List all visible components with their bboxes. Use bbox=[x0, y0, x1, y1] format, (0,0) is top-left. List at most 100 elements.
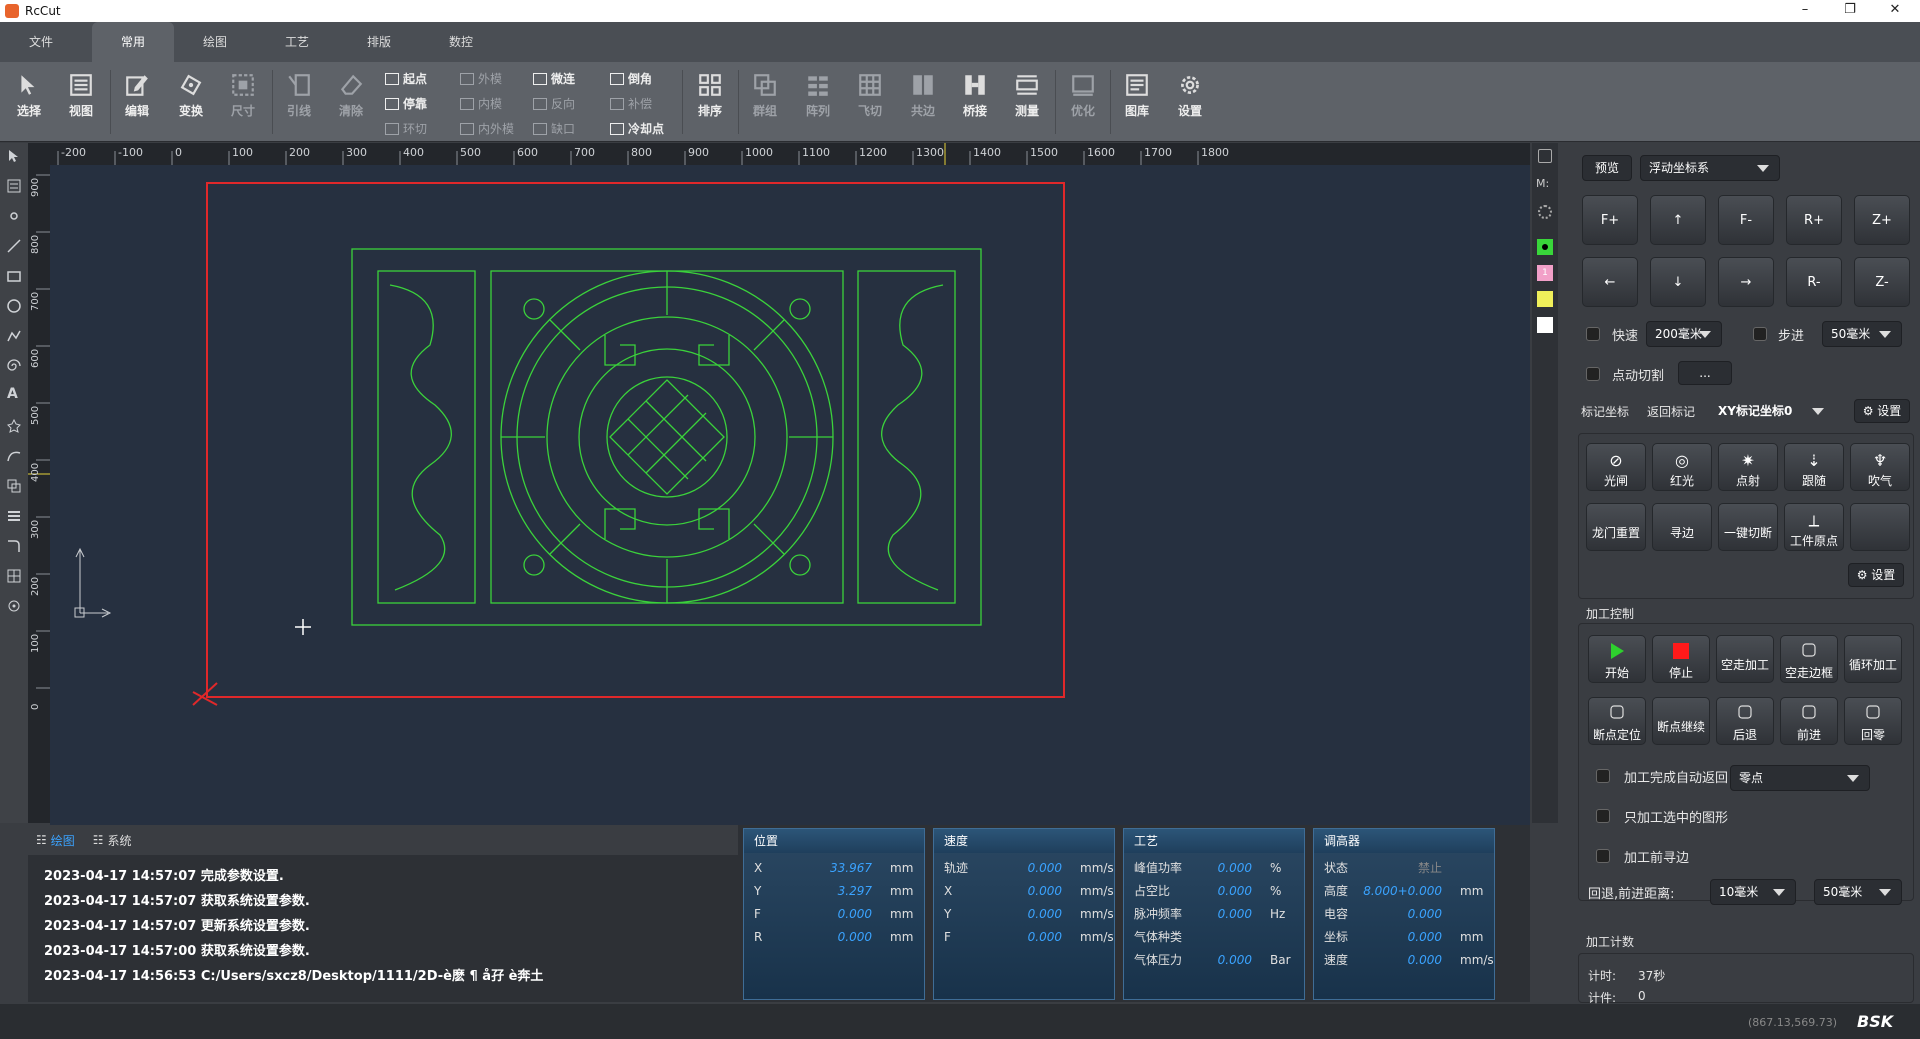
point-tool-icon[interactable] bbox=[7, 209, 21, 223]
forward-distance-select[interactable]: 50毫米 bbox=[1814, 879, 1902, 905]
function-button[interactable]: 龙门重置 bbox=[1586, 503, 1646, 551]
jog-z-plus[interactable]: Z+ bbox=[1854, 195, 1910, 245]
back-distance-select[interactable]: 10毫米 bbox=[1710, 879, 1796, 905]
outer-mold-button[interactable]: 外模 bbox=[460, 68, 502, 90]
library-button[interactable]: 图库 bbox=[1112, 66, 1162, 136]
flycut-button[interactable]: 飞切 bbox=[845, 66, 895, 136]
tab-system-log[interactable]: 系统 bbox=[108, 832, 132, 849]
function-button[interactable] bbox=[1850, 503, 1910, 551]
curve-tool-icon[interactable] bbox=[7, 449, 21, 463]
close-button[interactable]: ✕ bbox=[1875, 0, 1915, 22]
polyline-tool-icon[interactable] bbox=[7, 329, 21, 343]
tab-draw-log[interactable]: 绘图 bbox=[51, 832, 75, 849]
process-button[interactable]: 前进 bbox=[1780, 697, 1838, 745]
return-mark-button[interactable]: 返回标记 bbox=[1644, 401, 1698, 425]
process-button[interactable]: 空走边框 bbox=[1780, 635, 1838, 683]
process-button[interactable]: 回零 bbox=[1844, 697, 1902, 745]
process-button[interactable]: 开始 bbox=[1588, 635, 1646, 683]
function-button[interactable]: ◎ 红光 bbox=[1652, 443, 1712, 491]
spiral-tool-icon[interactable] bbox=[7, 359, 21, 373]
measure-button[interactable]: 测量 bbox=[1002, 66, 1052, 136]
function-button[interactable]: 寻边 bbox=[1652, 503, 1712, 551]
tab-common[interactable]: 常用 bbox=[92, 22, 174, 62]
restore-button[interactable]: ❐ bbox=[1830, 0, 1870, 22]
function-settings-button[interactable]: ⚙ 设置 bbox=[1848, 563, 1904, 587]
gear-small-icon[interactable] bbox=[1538, 205, 1552, 219]
select-tool-icon[interactable] bbox=[7, 149, 21, 163]
process-button[interactable]: 空走加工 bbox=[1716, 635, 1774, 683]
inner-mold-button[interactable]: 内模 bbox=[460, 93, 502, 115]
node-edit-tool-icon[interactable] bbox=[7, 179, 21, 193]
mark-coord-select[interactable]: XY标记坐标0 bbox=[1710, 399, 1834, 425]
fast-speed-select[interactable]: 200毫米 bbox=[1646, 321, 1722, 347]
compensate-button[interactable]: 补偿 bbox=[610, 93, 652, 115]
layer-swatch-pink[interactable]: 1 bbox=[1537, 265, 1553, 281]
bridge-button[interactable]: 桥接 bbox=[950, 66, 1000, 136]
jog-z-minus[interactable]: Z- bbox=[1854, 257, 1910, 307]
microjoint-button[interactable]: 微连 bbox=[533, 68, 575, 90]
step-checkbox[interactable] bbox=[1753, 327, 1767, 341]
only-selected-checkbox[interactable] bbox=[1596, 809, 1610, 823]
function-button[interactable]: ✷ 点射 bbox=[1718, 443, 1778, 491]
jog-down[interactable]: ↓ bbox=[1650, 257, 1706, 307]
auto-return-checkbox[interactable] bbox=[1596, 769, 1610, 783]
find-edge-checkbox[interactable] bbox=[1596, 849, 1610, 863]
line-tool-icon[interactable] bbox=[7, 239, 21, 253]
star-tool-icon[interactable] bbox=[7, 419, 21, 433]
select-button[interactable]: 选择 bbox=[4, 66, 54, 136]
view-button[interactable]: 视图 bbox=[56, 66, 106, 136]
startpoint-button[interactable]: 起点 bbox=[385, 68, 427, 90]
array-button[interactable]: 阵列 bbox=[793, 66, 843, 136]
list-tool-icon[interactable] bbox=[7, 509, 21, 523]
process-button[interactable]: 停止 bbox=[1652, 635, 1710, 683]
function-button[interactable]: ⇣ 跟随 bbox=[1784, 443, 1844, 491]
process-button[interactable]: 循环加工 bbox=[1844, 635, 1902, 683]
preview-button[interactable]: 预览 bbox=[1582, 155, 1632, 181]
inout-mold-button[interactable]: 内外模 bbox=[460, 118, 514, 140]
process-button[interactable]: 断点定位 bbox=[1588, 697, 1646, 745]
common-edge-button[interactable]: 共边 bbox=[898, 66, 948, 136]
fast-checkbox[interactable] bbox=[1586, 327, 1600, 341]
tab-draw[interactable]: 绘图 bbox=[174, 22, 256, 62]
clear-button[interactable]: 清除 bbox=[326, 66, 376, 136]
group-button[interactable]: 群组 bbox=[740, 66, 790, 136]
jog-cut-more-button[interactable]: ... bbox=[1678, 361, 1732, 385]
layer-swatch-green[interactable] bbox=[1537, 239, 1553, 255]
function-button[interactable]: ⟂ 工件原点 bbox=[1784, 503, 1844, 551]
jog-f-minus[interactable]: F- bbox=[1718, 195, 1774, 245]
grid-tool-icon[interactable] bbox=[7, 569, 21, 583]
fillet-tool-icon[interactable] bbox=[7, 539, 21, 553]
process-button[interactable]: 断点继续 bbox=[1652, 697, 1710, 745]
edit-button[interactable]: 编辑 bbox=[112, 66, 162, 136]
mark-settings-button[interactable]: ⚙ 设置 bbox=[1854, 399, 1910, 423]
sort-button[interactable]: 排序 bbox=[685, 66, 735, 136]
layer-swatch-yellow[interactable] bbox=[1537, 291, 1553, 307]
text-tool-icon[interactable]: A bbox=[7, 387, 21, 401]
jog-f-plus[interactable]: F+ bbox=[1582, 195, 1638, 245]
rectangle-tool-icon[interactable] bbox=[7, 269, 21, 283]
tab-cnc[interactable]: 数控 bbox=[420, 22, 502, 62]
copy-tool-icon[interactable] bbox=[7, 479, 21, 493]
jog-left[interactable]: ← bbox=[1582, 257, 1638, 307]
ringcut-button[interactable]: 环切 bbox=[385, 118, 427, 140]
reverse-button[interactable]: 反向 bbox=[533, 93, 575, 115]
minimize-button[interactable]: – bbox=[1785, 0, 1825, 22]
function-button[interactable]: 一键切断 bbox=[1718, 503, 1778, 551]
dock-button[interactable]: 停靠 bbox=[385, 93, 427, 115]
circle-tool-icon[interactable] bbox=[7, 299, 21, 313]
auto-return-select[interactable]: 零点 bbox=[1730, 765, 1870, 791]
tab-process[interactable]: 工艺 bbox=[256, 22, 338, 62]
tab-file[interactable]: 文件 bbox=[0, 22, 82, 62]
jog-up[interactable]: ↑ bbox=[1650, 195, 1706, 245]
coolpoint-button[interactable]: 冷却点 bbox=[610, 118, 664, 140]
jog-r-plus[interactable]: R+ bbox=[1786, 195, 1842, 245]
jog-r-minus[interactable]: R- bbox=[1786, 257, 1842, 307]
notch-button[interactable]: 缺口 bbox=[533, 118, 575, 140]
origin-tool-icon[interactable] bbox=[7, 599, 21, 613]
settings-button[interactable]: 设置 bbox=[1165, 66, 1215, 136]
jog-cut-checkbox[interactable] bbox=[1586, 367, 1600, 381]
cut-pattern[interactable] bbox=[351, 248, 982, 626]
transform-button[interactable]: 变换 bbox=[166, 66, 216, 136]
leadline-button[interactable]: 引线 bbox=[274, 66, 324, 136]
chamfer-button[interactable]: 倒角 bbox=[610, 68, 652, 90]
